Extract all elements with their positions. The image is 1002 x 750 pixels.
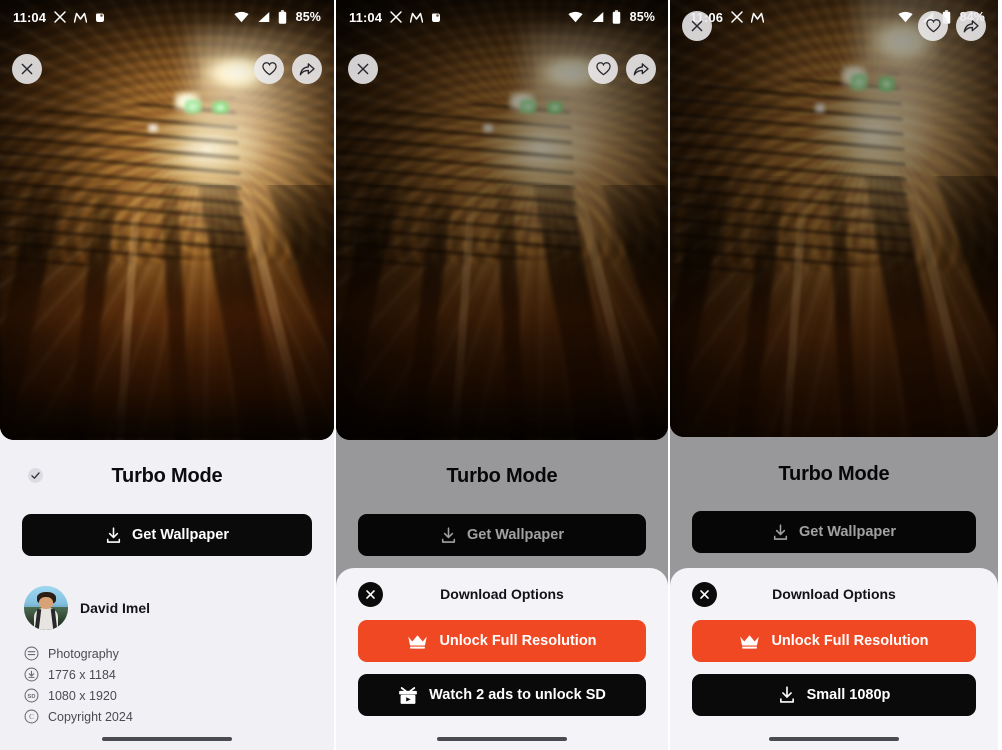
small-1080p-button[interactable]: Small 1080p — [692, 674, 976, 716]
watch-ads-button[interactable]: Watch 2 ads to unlock SD — [358, 674, 646, 716]
unlock-full-resolution-button[interactable]: Unlock Full Resolution — [358, 620, 646, 662]
close-button[interactable] — [348, 54, 378, 84]
crown-icon — [740, 634, 760, 649]
svg-text:SD: SD — [28, 694, 36, 700]
category-icon — [24, 646, 39, 661]
battery-icon — [278, 10, 286, 24]
option-label: Unlock Full Resolution — [771, 633, 929, 649]
close-icon — [691, 20, 703, 32]
avatar — [24, 586, 68, 630]
option-label: Unlock Full Resolution — [439, 633, 597, 649]
download-icon — [106, 526, 121, 543]
status-bar: 11:04 85% — [0, 0, 334, 34]
image-action-bar — [0, 46, 334, 92]
verified-badge-icon — [26, 466, 45, 485]
share-icon — [299, 62, 315, 75]
home-indicator[interactable] — [102, 737, 232, 741]
author-name: David Imel — [80, 600, 151, 616]
x-app-icon — [54, 11, 66, 23]
copyright-icon: C — [24, 709, 39, 724]
status-bar: 11:04 85% — [336, 0, 668, 34]
sd-icon: SD — [24, 688, 39, 703]
metadata-list: Photography 1776 x 1184 SD 1080 x 1920 C… — [24, 646, 334, 724]
sheet-close-button[interactable] — [692, 581, 717, 607]
close-circle-icon — [700, 589, 709, 599]
svg-text:C: C — [29, 713, 34, 721]
home-indicator[interactable] — [437, 737, 567, 741]
gift-video-icon — [399, 686, 418, 704]
close-circle-icon — [366, 589, 375, 599]
battery-percentage: 85% — [295, 10, 321, 24]
wifi-icon — [568, 11, 583, 23]
status-time: 11:04 — [349, 9, 383, 25]
close-icon — [357, 63, 369, 75]
crown-icon — [408, 634, 428, 649]
screenshot-strip: 11:04 85% Turbo Mode Get Wallpaper David… — [0, 0, 1002, 750]
monzo-icon — [410, 12, 424, 23]
get-wallpaper-label: Get Wallpaper — [132, 527, 229, 543]
share-button[interactable] — [626, 54, 656, 84]
get-wallpaper-button[interactable]: Get Wallpaper — [22, 514, 312, 556]
metadata-text: Copyright 2024 — [48, 709, 133, 724]
battery-icon — [612, 10, 620, 24]
option-label: Watch 2 ads to unlock SD — [429, 687, 606, 703]
share-icon — [633, 62, 649, 75]
download-options-sheet: Download Options Unlock Full Resolution … — [670, 568, 998, 750]
share-button[interactable] — [292, 54, 322, 84]
resolution-icon — [24, 667, 39, 682]
phone-screen-download-options-unlocked: Turbo Mode Get Wallpaper 11:06 84% — [668, 0, 998, 750]
close-icon — [21, 63, 33, 75]
close-button[interactable] — [682, 11, 712, 41]
battery-percentage: 85% — [629, 10, 655, 24]
metadata-item-copyright: C Copyright 2024 — [24, 709, 334, 724]
cellular-signal-icon — [258, 11, 269, 23]
app-badge-icon — [96, 13, 105, 22]
download-icon — [779, 686, 794, 703]
wifi-icon — [234, 11, 249, 23]
sheet-title: Download Options — [772, 586, 896, 602]
image-action-bar — [336, 46, 668, 92]
monzo-icon — [74, 12, 88, 23]
author-row[interactable]: David Imel — [24, 466, 334, 630]
option-label: Small 1080p — [806, 687, 891, 703]
metadata-item-resolution: 1776 x 1184 — [24, 667, 334, 682]
share-icon — [963, 19, 979, 32]
sheet-header: Download Options — [336, 568, 668, 620]
favorite-button[interactable] — [254, 54, 284, 84]
metadata-item-sd: SD 1080 x 1920 — [24, 688, 334, 703]
phone-screen-initial: 11:04 85% Turbo Mode Get Wallpaper David… — [0, 0, 334, 750]
wallpaper-details: Turbo Mode Get Wallpaper David Imel Phot… — [0, 440, 334, 750]
metadata-text: 1080 x 1920 — [48, 688, 117, 703]
download-options-sheet: Download Options Unlock Full Resolution … — [336, 568, 668, 750]
phone-screen-download-options-ads: Turbo Mode Get Wallpaper 11:04 85% Downl… — [334, 0, 668, 750]
metadata-item-category: Photography — [24, 646, 334, 661]
home-indicator[interactable] — [769, 737, 899, 741]
x-app-icon — [390, 11, 402, 23]
app-badge-icon — [432, 13, 441, 22]
heart-icon — [261, 62, 277, 76]
heart-icon — [595, 62, 611, 76]
image-action-bar — [670, 3, 998, 49]
unlock-full-resolution-button[interactable]: Unlock Full Resolution — [692, 620, 976, 662]
favorite-button[interactable] — [588, 54, 618, 84]
sheet-close-button[interactable] — [358, 581, 383, 607]
sheet-title: Download Options — [440, 586, 564, 602]
sheet-header: Download Options — [670, 568, 998, 620]
metadata-text: 1776 x 1184 — [48, 667, 116, 682]
status-time: 11:04 — [13, 9, 47, 25]
metadata-text: Photography — [48, 646, 119, 661]
close-button[interactable] — [12, 54, 42, 84]
cellular-signal-icon — [592, 11, 603, 23]
page-title: Turbo Mode — [111, 465, 223, 487]
heart-icon — [925, 19, 941, 33]
favorite-button[interactable] — [918, 11, 948, 41]
share-button[interactable] — [956, 11, 986, 41]
